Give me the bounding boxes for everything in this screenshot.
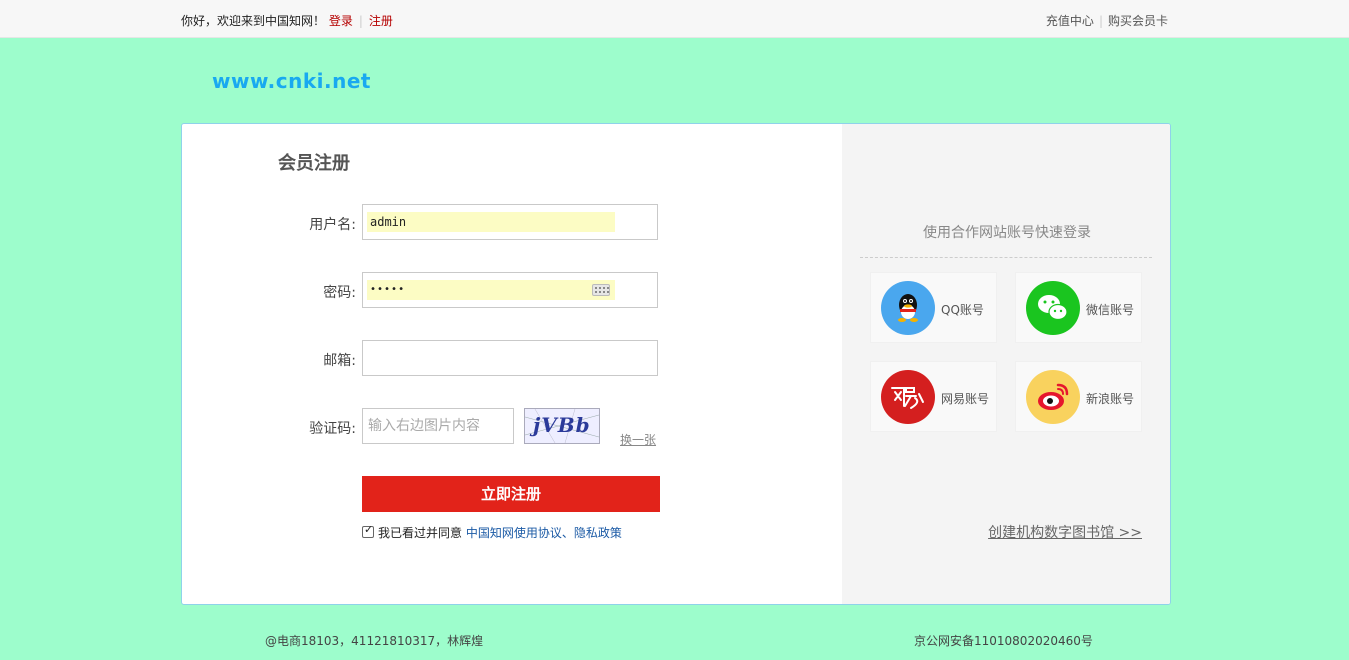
password-field[interactable]: ••••• bbox=[362, 272, 658, 308]
buy-card-link[interactable]: 购买会员卡 bbox=[1108, 14, 1168, 28]
topbar-right: 充值中心 | 购买会员卡 bbox=[1046, 12, 1168, 29]
wechat-login-button[interactable]: 微信账号 bbox=[1015, 272, 1142, 343]
qq-icon bbox=[881, 281, 935, 335]
username-label: 用户名: bbox=[309, 217, 356, 233]
captcha-input[interactable]: 输入右边图片内容 bbox=[362, 408, 514, 444]
register-button[interactable]: 立即注册 bbox=[362, 476, 660, 512]
quick-login-title: 使用合作网站账号快速登录 bbox=[923, 225, 1091, 241]
password-value: ••••• bbox=[367, 280, 615, 300]
footer-icp: 京公网安备11010802020460号 bbox=[914, 634, 1093, 648]
qq-login-label: QQ账号 bbox=[941, 303, 984, 317]
divider: | bbox=[1098, 14, 1103, 28]
qq-login-button[interactable]: QQ账号 bbox=[870, 272, 997, 343]
form-title: 会员注册 bbox=[278, 153, 350, 174]
topbar-left: 你好，欢迎来到中国知网！ 登录 | 注册 bbox=[181, 12, 393, 29]
captcha-image[interactable]: jVBb bbox=[524, 408, 600, 444]
username-value: admin bbox=[367, 212, 615, 232]
site-logo[interactable]: www.cnki.net bbox=[212, 69, 371, 93]
weibo-icon bbox=[1026, 370, 1080, 424]
captcha-text: jVBb bbox=[533, 413, 591, 437]
greeting-text: 你好，欢迎来到中国知网！ bbox=[181, 14, 326, 28]
agree-text: 我已看过并同意 bbox=[378, 526, 463, 540]
divider bbox=[860, 257, 1152, 258]
divider: | bbox=[358, 14, 363, 28]
agree-checkbox[interactable] bbox=[362, 523, 374, 538]
top-bar: 你好，欢迎来到中国知网！ 登录 | 注册 充值中心 | 购买会员卡 bbox=[0, 0, 1349, 38]
password-label: 密码: bbox=[323, 285, 356, 301]
recharge-link[interactable]: 充值中心 bbox=[1046, 14, 1094, 28]
captcha-label: 验证码: bbox=[309, 421, 356, 437]
netease-login-label: 网易账号 bbox=[941, 392, 990, 406]
register-panel: 会员注册 用户名: admin 密码: ••••• 邮箱: 验证码: 输入右边图… bbox=[181, 123, 1171, 605]
email-field[interactable] bbox=[362, 340, 658, 376]
login-link[interactable]: 登录 bbox=[329, 14, 353, 28]
weibo-login-label: 新浪账号 bbox=[1086, 392, 1135, 406]
wechat-login-label: 微信账号 bbox=[1086, 303, 1135, 317]
username-field[interactable]: admin bbox=[362, 204, 658, 240]
weibo-login-button[interactable]: 新浪账号 bbox=[1015, 361, 1142, 432]
wechat-icon bbox=[1026, 281, 1080, 335]
keyboard-icon[interactable] bbox=[592, 284, 610, 296]
register-link[interactable]: 注册 bbox=[369, 14, 393, 28]
netease-login-button[interactable]: 网易账号 bbox=[870, 361, 997, 432]
agreement-link[interactable]: 中国知网使用协议、隐私政策 bbox=[466, 526, 622, 540]
create-library-link[interactable]: 创建机构数字图书馆 >> bbox=[988, 522, 1142, 542]
netease-icon bbox=[881, 370, 935, 424]
quick-login-panel: 使用合作网站账号快速登录 QQ账号 微信账号 网易账号 新浪账号 创建机构数字图… bbox=[842, 124, 1170, 604]
email-label: 邮箱: bbox=[323, 353, 356, 369]
footer-credit: @电商18103，41121810317，林辉煌 bbox=[265, 634, 484, 648]
agreement-row: 我已看过并同意 中国知网使用协议、隐私政策 bbox=[362, 523, 622, 541]
refresh-captcha-link[interactable]: 换一张 bbox=[620, 431, 656, 448]
